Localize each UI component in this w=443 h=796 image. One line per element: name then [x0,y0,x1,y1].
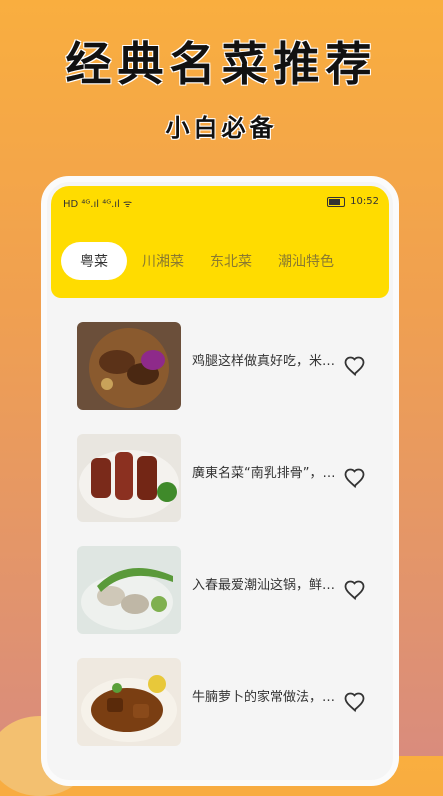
battery-icon [327,196,346,207]
recipe-title[interactable]: 鸡腿这样做真好吃，米饭都不够吃了 [192,350,342,369]
status-time: 10:52 [350,196,379,207]
phone-frame: HD ⁴ᴳ.ıl ⁴ᴳ.ıl ᯤ 10:52 粤菜 川湘菜 东北菜 潮汕特色 鸡… [41,176,399,786]
tab-chaoshan[interactable]: 潮汕特色 [267,242,345,280]
recipe-thumbnail[interactable] [77,546,181,634]
list-item[interactable]: 入春最爱潮汕这锅，鲜美好喝 [77,546,377,658]
banner-title: 经典名菜推荐 [65,37,378,91]
tab-sichuan-hunan[interactable]: 川湘菜 [131,242,195,280]
heart-outline-icon[interactable] [343,466,367,490]
app-header: HD ⁴ᴳ.ıl ⁴ᴳ.ıl ᯤ 10:52 粤菜 川湘菜 东北菜 潮汕特色 [51,186,389,298]
heart-outline-icon[interactable] [343,354,367,378]
recipe-list: 鸡腿这样做真好吃，米饭都不够吃了 廣東名菜“南乳排骨”，做法简单 [77,322,377,770]
list-item[interactable]: 牛腩萝卜的家常做法，软烂入味 [77,658,377,770]
heart-outline-icon[interactable] [343,690,367,714]
heart-outline-icon[interactable] [343,578,367,602]
banner-subtitle: 小白必备 [165,113,278,142]
recipe-thumbnail[interactable] [77,322,181,410]
status-bar: HD ⁴ᴳ.ıl ⁴ᴳ.ıl ᯤ 10:52 [63,196,379,212]
list-item[interactable]: 鸡腿这样做真好吃，米饭都不够吃了 [77,322,377,434]
tab-cantonese[interactable]: 粤菜 [61,242,127,280]
recipe-title[interactable]: 廣東名菜“南乳排骨”，做法简单 [192,462,342,481]
recipe-thumbnail[interactable] [77,434,181,522]
tab-northeast[interactable]: 东北菜 [199,242,263,280]
recipe-title[interactable]: 牛腩萝卜的家常做法，软烂入味 [192,686,342,705]
status-indicators: HD ⁴ᴳ.ıl ⁴ᴳ.ıl ᯤ [63,199,133,210]
category-tabs: 粤菜 川湘菜 东北菜 潮汕特色 [61,242,345,280]
recipe-title[interactable]: 入春最爱潮汕这锅，鲜美好喝 [192,574,342,593]
list-item[interactable]: 廣東名菜“南乳排骨”，做法简单 [77,434,377,546]
recipe-thumbnail[interactable] [77,658,181,746]
